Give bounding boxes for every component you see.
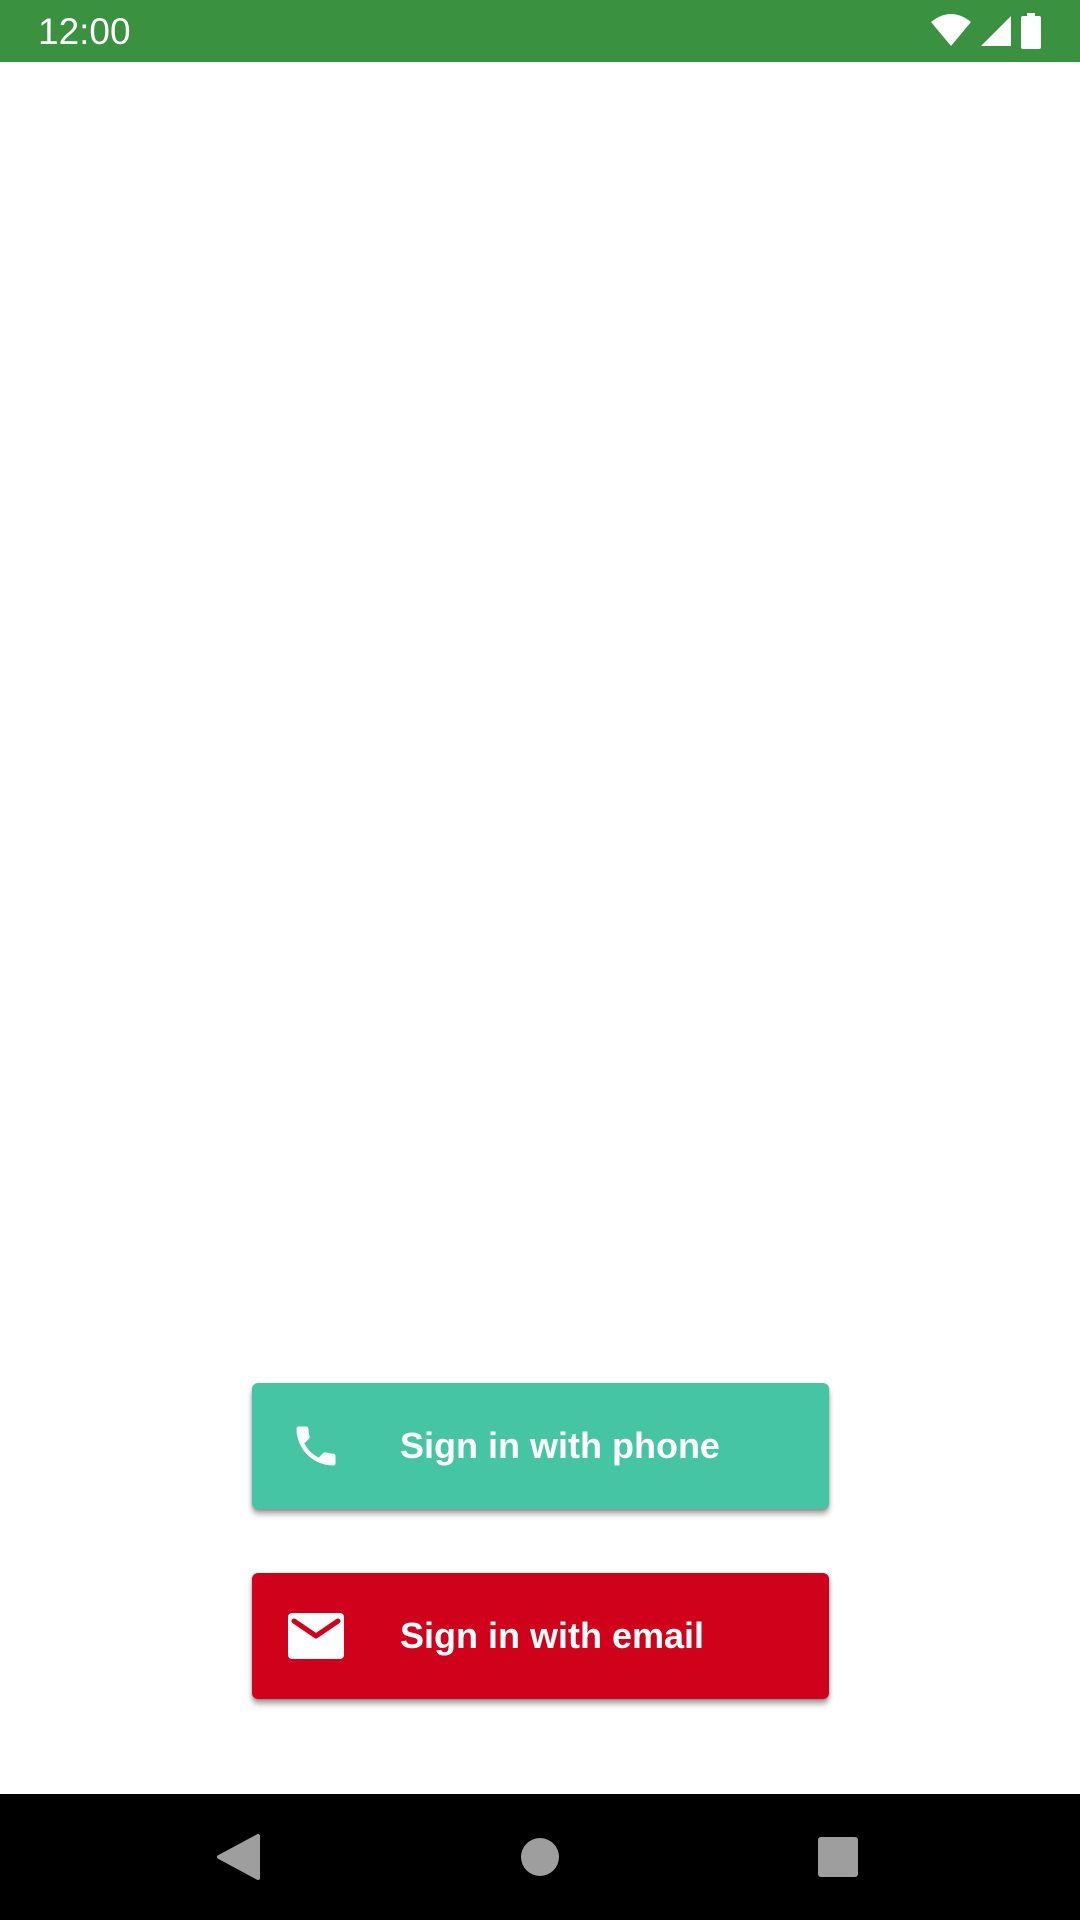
phone-icon — [286, 1416, 346, 1476]
email-icon — [286, 1606, 346, 1666]
back-button[interactable] — [178, 1794, 298, 1920]
navigation-bar — [0, 1794, 1080, 1920]
sign-in-with-phone-label: Sign in with phone — [400, 1425, 720, 1466]
recents-button[interactable] — [778, 1794, 898, 1920]
sign-in-with-phone-button[interactable]: Sign in with phone — [252, 1383, 829, 1509]
cellular-signal-icon — [980, 14, 1012, 48]
battery-icon — [1020, 13, 1042, 49]
home-icon — [521, 1838, 559, 1876]
recents-icon — [818, 1837, 858, 1877]
wifi-icon — [930, 14, 972, 48]
sign-in-with-email-button[interactable]: Sign in with email — [252, 1573, 829, 1699]
screen: 12:00 Sign in with phone Sign in with em… — [0, 0, 1080, 1920]
status-icons — [930, 13, 1042, 49]
back-icon — [217, 1834, 260, 1880]
main-content: Sign in with phone Sign in with email — [0, 62, 1080, 1794]
status-bar: 12:00 — [0, 0, 1080, 62]
sign-in-with-email-label: Sign in with email — [400, 1615, 705, 1656]
status-time: 12:00 — [38, 11, 131, 52]
home-button[interactable] — [480, 1794, 600, 1920]
